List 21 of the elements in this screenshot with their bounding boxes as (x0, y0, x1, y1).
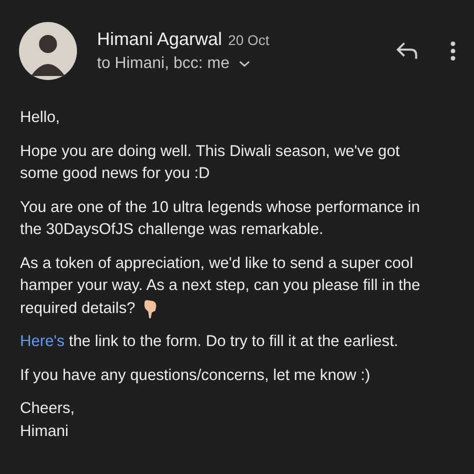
chevron-down-icon[interactable] (239, 60, 250, 68)
more-options-icon[interactable] (450, 40, 456, 60)
body-text-line: required details? (20, 298, 136, 318)
body-text-line: Cheers, (20, 399, 75, 419)
reply-icon[interactable] (396, 41, 418, 60)
body-text-line: Hope you are doing well. This Diwali season, we've got (20, 142, 400, 162)
pointing-down-hand-icon (142, 298, 158, 319)
avatar-placeholder (19, 22, 77, 80)
body-text-line: hamper your way. As a next step, can you please fill in the (20, 276, 420, 296)
body-text-line: some good news for you :D (20, 164, 210, 184)
form-link[interactable]: Here's (20, 333, 65, 350)
body-text-line: Himani (20, 422, 69, 442)
body-text-line: You are one of the 10 ultra legends whose performance in (20, 198, 420, 218)
body-text-line: Hello, (20, 108, 60, 128)
body-text-line: Here's the link to the form. Do try to fill it at the earliest. (20, 332, 398, 352)
body-text-line: If you have any questions/concerns, let me know :) (20, 366, 370, 386)
body-text-line: As a token of appreciation, we'd like to send a super cool (20, 254, 414, 274)
email-date: 20 Oct (228, 32, 270, 48)
sender-name: Himani Agarwal (97, 28, 222, 50)
body-text-line: the 30DaysOfJS challenge was remarkable. (20, 220, 324, 240)
recipients-text: to Himani, bcc: me (97, 54, 230, 72)
